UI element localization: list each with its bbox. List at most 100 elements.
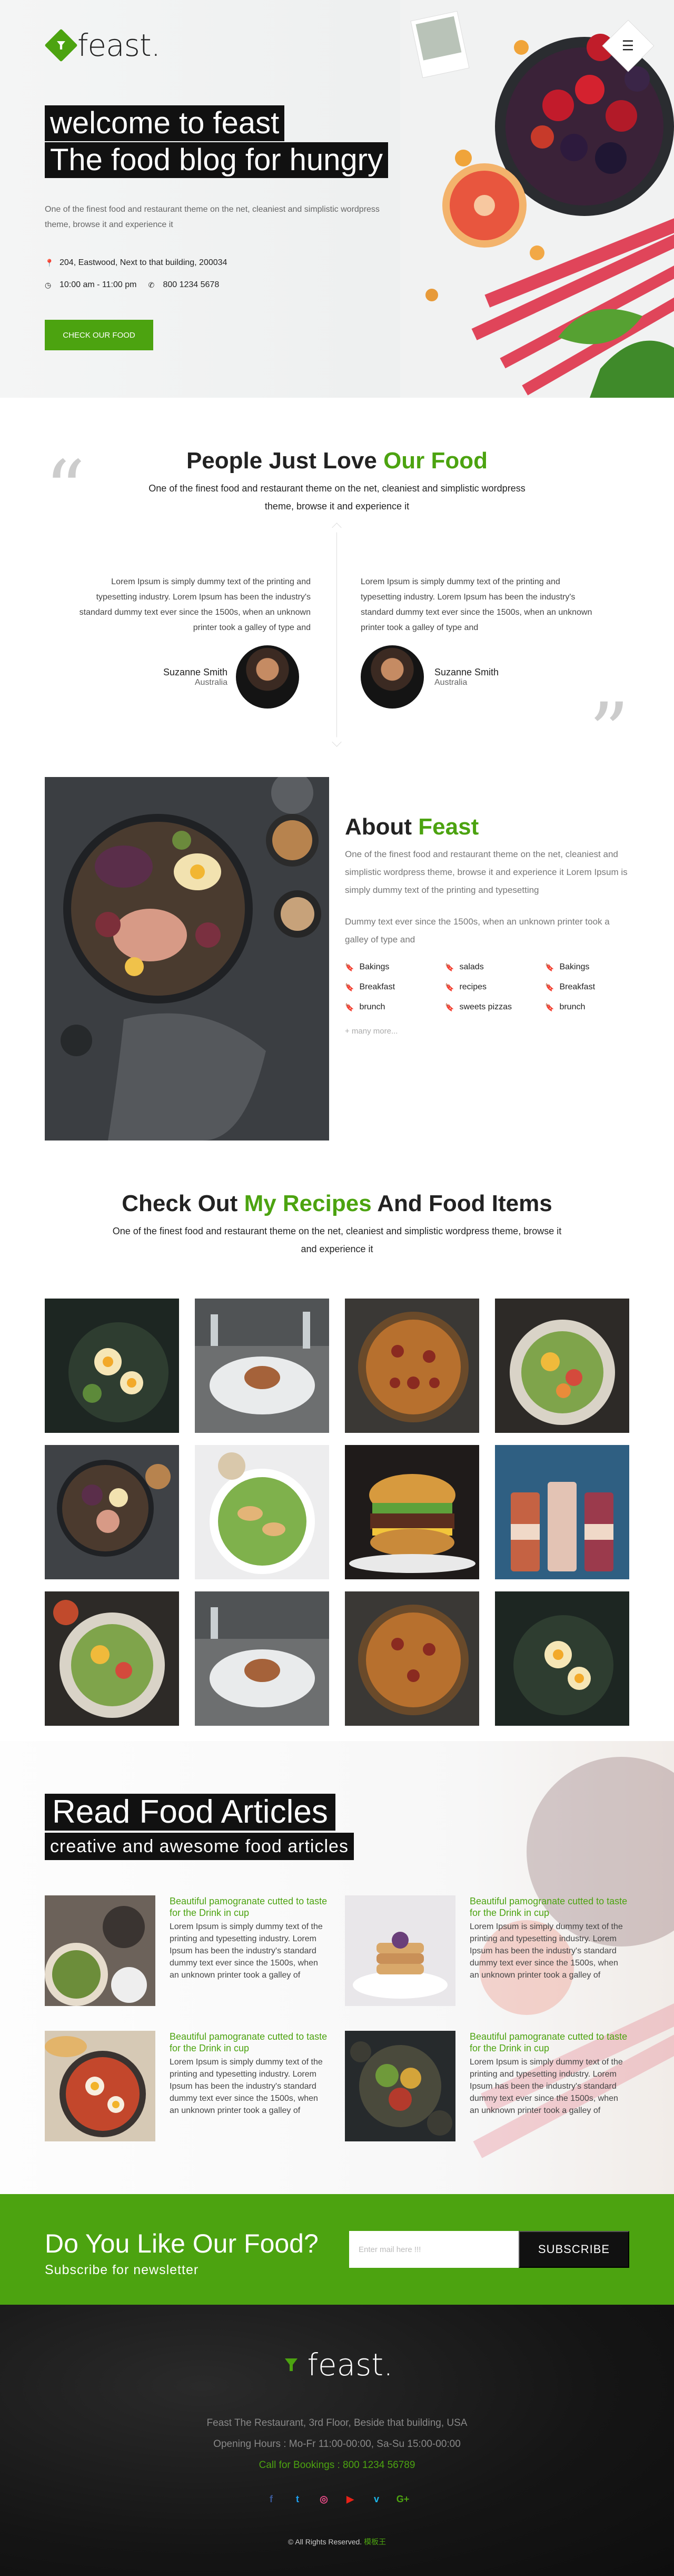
article-card[interactable]: Beautiful pamogranate cutted to taste fo… xyxy=(45,2031,345,2141)
footer-hours: Opening Hours : Mo-Fr 11:00-00:00, Sa-Su… xyxy=(213,2439,461,2450)
bookmark-icon: 🔖 xyxy=(345,982,354,991)
logo-diamond-icon xyxy=(44,28,78,62)
footer-address: Feast The Restaurant, 3rd Floor, Beside … xyxy=(206,2417,468,2428)
recipe-image[interactable] xyxy=(345,1445,479,1579)
tag-label: salads xyxy=(459,962,484,971)
tag-item[interactable]: 🔖 salads xyxy=(445,962,545,972)
footer-logo[interactable]: feast. xyxy=(0,2347,674,2383)
testimonial-author: Suzanne Smith Australia xyxy=(361,645,499,709)
avatar xyxy=(361,645,424,709)
more-tags-link[interactable]: + many more... xyxy=(345,1027,629,1036)
article-title[interactable]: Beautiful pamogranate cutted to taste fo… xyxy=(170,1895,328,1919)
testimonials-title-plain: People Just Love xyxy=(186,448,384,474)
article-card[interactable]: Beautiful pamogranate cutted to taste fo… xyxy=(345,1895,645,2006)
hero-title-line1: welcome to feast xyxy=(45,105,285,141)
hamburger-icon: ☰ xyxy=(622,37,635,54)
about-paragraph: One of the finest food and restaurant th… xyxy=(345,849,628,895)
hero-title: welcome to feast The food blog for hungr… xyxy=(45,105,388,179)
recipes-gallery xyxy=(45,1299,629,1726)
article-excerpt: Lorem Ipsum is simply dummy text of the … xyxy=(170,2058,323,2115)
recipes-subtitle: One of the finest food and restaurant th… xyxy=(112,1226,562,1254)
article-excerpt: Lorem Ipsum is simply dummy text of the … xyxy=(470,1922,623,1980)
tag-item[interactable]: 🔖 sweets pizzas xyxy=(445,1002,545,1012)
dribbble-icon[interactable]: ◎ xyxy=(316,2492,331,2506)
copyright-text: © All Rights Reserved. xyxy=(288,2538,362,2546)
recipe-image[interactable] xyxy=(45,1445,179,1579)
recipe-image[interactable] xyxy=(195,1445,329,1579)
tag-item[interactable]: 🔖 Bakings xyxy=(345,962,445,972)
author-location: Australia xyxy=(194,677,228,687)
recipe-image[interactable] xyxy=(495,1591,629,1726)
article-image xyxy=(45,1895,155,2006)
google-plus-icon[interactable]: G+ xyxy=(395,2492,410,2506)
logo-glass-icon xyxy=(285,2358,298,2371)
bookmark-icon: 🔖 xyxy=(545,1002,554,1011)
newsletter-email-input[interactable] xyxy=(349,2231,519,2268)
recipe-image[interactable] xyxy=(45,1299,179,1433)
tag-label: recipes xyxy=(459,982,487,991)
tag-label: Bakings xyxy=(359,962,390,971)
article-title[interactable]: Beautiful pamogranate cutted to taste fo… xyxy=(470,1895,628,1919)
tag-label: sweets pizzas xyxy=(459,1002,512,1011)
hero-description: One of the finest food and restaurant th… xyxy=(45,205,380,229)
recipe-image[interactable] xyxy=(345,1591,479,1726)
recipe-image[interactable] xyxy=(45,1591,179,1726)
about-title-plain: About xyxy=(345,814,419,840)
tag-item[interactable]: 🔖 brunch xyxy=(345,1002,445,1012)
avatar xyxy=(236,645,300,709)
recipe-image[interactable] xyxy=(495,1445,629,1579)
newsletter-section: Do You Like Our Food? Subscribe for news… xyxy=(0,2194,674,2305)
tag-item[interactable]: 🔖 brunch xyxy=(545,1002,629,1012)
copyright-brand-link[interactable]: 模板王 xyxy=(364,2538,386,2546)
location-pin-icon: 📍 xyxy=(45,258,54,267)
bookmark-icon: 🔖 xyxy=(545,982,554,991)
about-section: About Feast One of the finest food and r… xyxy=(0,777,674,1140)
hero-address: 204, Eastwood, Next to that building, 20… xyxy=(60,258,227,267)
testimonials-subtitle: One of the finest food and restaurant th… xyxy=(148,483,526,512)
tag-label: Breakfast xyxy=(559,982,596,991)
tag-item[interactable]: 🔖 Breakfast xyxy=(345,982,445,992)
facebook-icon[interactable]: f xyxy=(264,2492,279,2506)
articles-section: Read Food Articles creative and awesome … xyxy=(0,1741,674,2194)
social-links: f t ◎ ▶ v G+ xyxy=(0,2492,674,2506)
article-title[interactable]: Beautiful pamogranate cutted to taste fo… xyxy=(470,2031,628,2054)
author-name: Suzanne Smith xyxy=(163,666,228,677)
article-card[interactable]: Beautiful pamogranate cutted to taste fo… xyxy=(345,2031,645,2141)
tag-item[interactable]: 🔖 Breakfast xyxy=(545,982,629,992)
tag-item[interactable]: 🔖 recipes xyxy=(445,982,545,992)
subscribe-button[interactable]: Subscribe xyxy=(519,2231,629,2268)
article-card[interactable]: Beautiful pamogranate cutted to taste fo… xyxy=(45,1895,345,2006)
tag-label: Bakings xyxy=(559,962,590,971)
recipes-section: Check Out My Recipes And Food Items One … xyxy=(0,1140,674,1741)
hero-contact-info: 📍 204, Eastwood, Next to that building, 2… xyxy=(45,257,227,301)
testimonial-text: Lorem Ipsum is simply dummy text of the … xyxy=(79,577,311,632)
about-title: About Feast xyxy=(345,814,629,840)
tag-item[interactable]: 🔖 Bakings xyxy=(545,962,629,972)
twitter-icon[interactable]: t xyxy=(290,2492,305,2506)
footer-contact: Feast The Restaurant, 3rd Floor, Beside … xyxy=(0,2413,674,2476)
article-image xyxy=(345,2031,455,2141)
article-image xyxy=(45,2031,155,2141)
recipe-image[interactable] xyxy=(345,1299,479,1433)
hero-phone: 800 1234 5678 xyxy=(163,280,220,289)
testimonials-section: “ ” People Just Love Our Food One of the… xyxy=(0,398,674,777)
author-name: Suzanne Smith xyxy=(434,666,499,677)
about-tags: 🔖 Bakings 🔖 salads 🔖 Bakings 🔖 Breakfast 🔖 re… xyxy=(345,962,629,1012)
youtube-icon[interactable]: ▶ xyxy=(343,2492,358,2506)
vimeo-icon[interactable]: v xyxy=(369,2492,384,2506)
article-excerpt: Lorem Ipsum is simply dummy text of the … xyxy=(470,2058,623,2115)
tag-label: brunch xyxy=(559,1002,586,1011)
recipe-image[interactable] xyxy=(495,1299,629,1433)
recipe-image[interactable] xyxy=(195,1591,329,1726)
articles-title: Read Food Articles xyxy=(45,1794,335,1831)
check-our-food-button[interactable]: Check our food xyxy=(45,320,153,350)
site-logo[interactable]: feast. xyxy=(44,27,161,63)
article-title[interactable]: Beautiful pamogranate cutted to taste fo… xyxy=(170,2031,328,2054)
newsletter-title: Do You Like Our Food? xyxy=(45,2229,319,2258)
bookmark-icon: 🔖 xyxy=(445,962,454,971)
testimonial-text: Lorem Ipsum is simply dummy text of the … xyxy=(361,577,592,632)
hero-hours: 10:00 am - 11:00 pm xyxy=(60,280,137,289)
author-location: Australia xyxy=(434,677,468,687)
testimonials-title: People Just Love Our Food xyxy=(0,448,674,474)
recipe-image[interactable] xyxy=(195,1299,329,1433)
